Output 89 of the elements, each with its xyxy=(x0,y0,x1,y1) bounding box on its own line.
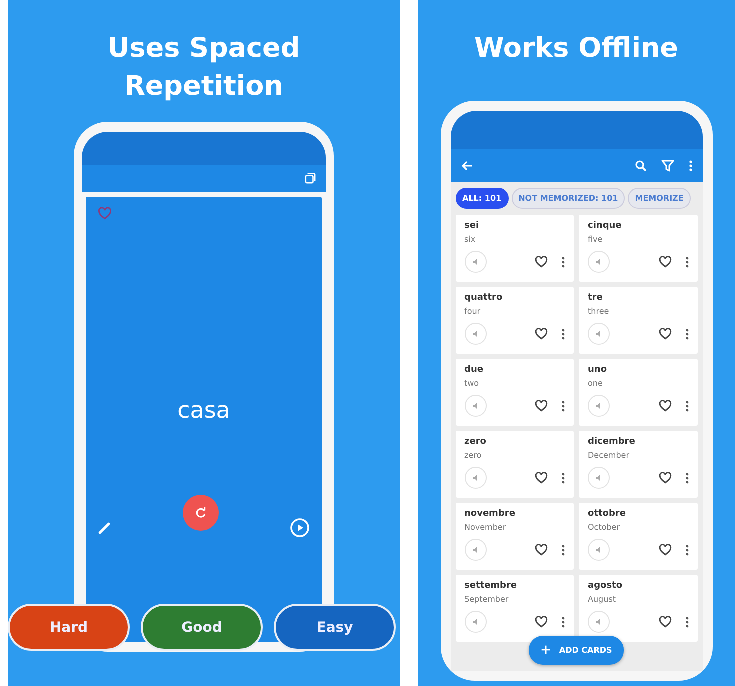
play-icon[interactable] xyxy=(290,518,310,538)
add-cards-button[interactable]: + ADD CARDS xyxy=(528,636,624,665)
heart-icon[interactable] xyxy=(658,400,672,412)
card-translation: five xyxy=(588,235,604,244)
speaker-icon xyxy=(595,618,603,626)
card-word: due xyxy=(464,365,484,375)
card-word: cinque xyxy=(588,221,623,231)
more-icon[interactable] xyxy=(686,472,688,484)
more-icon[interactable] xyxy=(686,328,688,340)
word-card[interactable]: agosto August xyxy=(579,575,698,642)
search-icon[interactable] xyxy=(634,160,646,172)
more-icon[interactable] xyxy=(686,544,688,556)
card-translation: two xyxy=(464,379,480,388)
word-card[interactable]: sei six xyxy=(456,215,574,282)
more-icon[interactable] xyxy=(686,400,688,412)
speaker-icon xyxy=(472,258,480,266)
speaker-icon xyxy=(472,546,480,554)
speaker-icon xyxy=(472,330,480,338)
heart-icon[interactable] xyxy=(535,328,548,340)
card-translation: October xyxy=(588,523,622,532)
speaker-icon xyxy=(595,402,603,410)
card-translation: zero xyxy=(464,451,483,460)
speaker-icon xyxy=(595,258,603,266)
speaker-icon xyxy=(472,474,480,482)
more-icon[interactable] xyxy=(686,616,688,628)
word-card[interactable]: dicembre December xyxy=(579,431,698,498)
word-card[interactable]: uno one xyxy=(579,359,698,426)
more-icon[interactable] xyxy=(688,160,692,172)
heart-icon[interactable] xyxy=(658,544,672,556)
heart-icon[interactable] xyxy=(535,400,548,412)
card-translation: November xyxy=(464,523,508,532)
speaker-icon xyxy=(472,618,480,626)
promo-title: Works Offline xyxy=(474,32,678,66)
card-word: zero xyxy=(464,437,488,447)
card-translation: three xyxy=(588,307,610,316)
more-icon[interactable] xyxy=(562,472,565,484)
more-icon[interactable] xyxy=(562,328,565,340)
card-word: agosto xyxy=(588,581,624,591)
heart-icon[interactable] xyxy=(658,328,672,340)
rating-button[interactable]: Easy xyxy=(274,604,396,651)
word-card[interactable]: settembre September xyxy=(456,575,574,642)
heart-icon[interactable] xyxy=(535,616,548,628)
heart-icon[interactable] xyxy=(535,256,548,268)
card-translation: one xyxy=(588,379,604,388)
speaker-icon xyxy=(595,330,603,338)
word-card[interactable]: cinque five xyxy=(579,215,698,282)
filter-chip[interactable]: ALL: 101 xyxy=(456,188,509,209)
speaker-icon xyxy=(595,474,603,482)
card-word: novembre xyxy=(464,509,516,519)
word-card[interactable]: novembre November xyxy=(456,503,574,570)
card-word: uno xyxy=(588,365,608,375)
card-translation: August xyxy=(588,595,617,604)
card-word: quattro xyxy=(464,293,504,303)
card-word: sei xyxy=(464,221,480,231)
card-word: dicembre xyxy=(588,437,636,447)
card-translation: six xyxy=(464,235,477,244)
more-icon[interactable] xyxy=(562,256,565,268)
heart-icon[interactable] xyxy=(535,544,548,556)
heart-icon[interactable] xyxy=(658,616,672,628)
filter-icon[interactable] xyxy=(660,158,674,172)
heart-icon[interactable] xyxy=(658,256,672,268)
more-icon[interactable] xyxy=(686,256,688,268)
flashcard-word: casa xyxy=(176,398,232,424)
card-word: settembre xyxy=(464,581,518,591)
card-translation: December xyxy=(588,451,630,460)
heart-icon[interactable] xyxy=(658,472,672,484)
heart-icon[interactable] xyxy=(535,472,548,484)
copy-icon[interactable] xyxy=(305,173,316,184)
card-word: tre xyxy=(588,293,604,303)
speaker-icon xyxy=(472,402,480,410)
word-card[interactable]: tre three xyxy=(579,287,698,354)
rating-button[interactable]: Good xyxy=(141,604,263,651)
back-arrow-icon[interactable] xyxy=(460,160,472,172)
rating-button[interactable]: Hard xyxy=(8,604,130,651)
word-card[interactable]: quattro four xyxy=(456,287,574,354)
word-card[interactable]: ottobre October xyxy=(579,503,698,570)
card-translation: September xyxy=(464,595,510,604)
word-card[interactable]: zero zero xyxy=(456,431,574,498)
refresh-icon xyxy=(195,507,207,519)
pencil-icon[interactable] xyxy=(98,521,112,535)
speaker-icon xyxy=(595,546,603,554)
refresh-button[interactable] xyxy=(183,495,219,531)
more-icon[interactable] xyxy=(562,616,565,628)
more-icon[interactable] xyxy=(562,400,565,412)
more-icon[interactable] xyxy=(562,544,565,556)
card-word: ottobre xyxy=(588,509,627,519)
card-translation: four xyxy=(464,307,482,316)
word-card[interactable]: due two xyxy=(456,359,574,426)
promo-title: Uses Spaced Repetition xyxy=(106,32,302,104)
